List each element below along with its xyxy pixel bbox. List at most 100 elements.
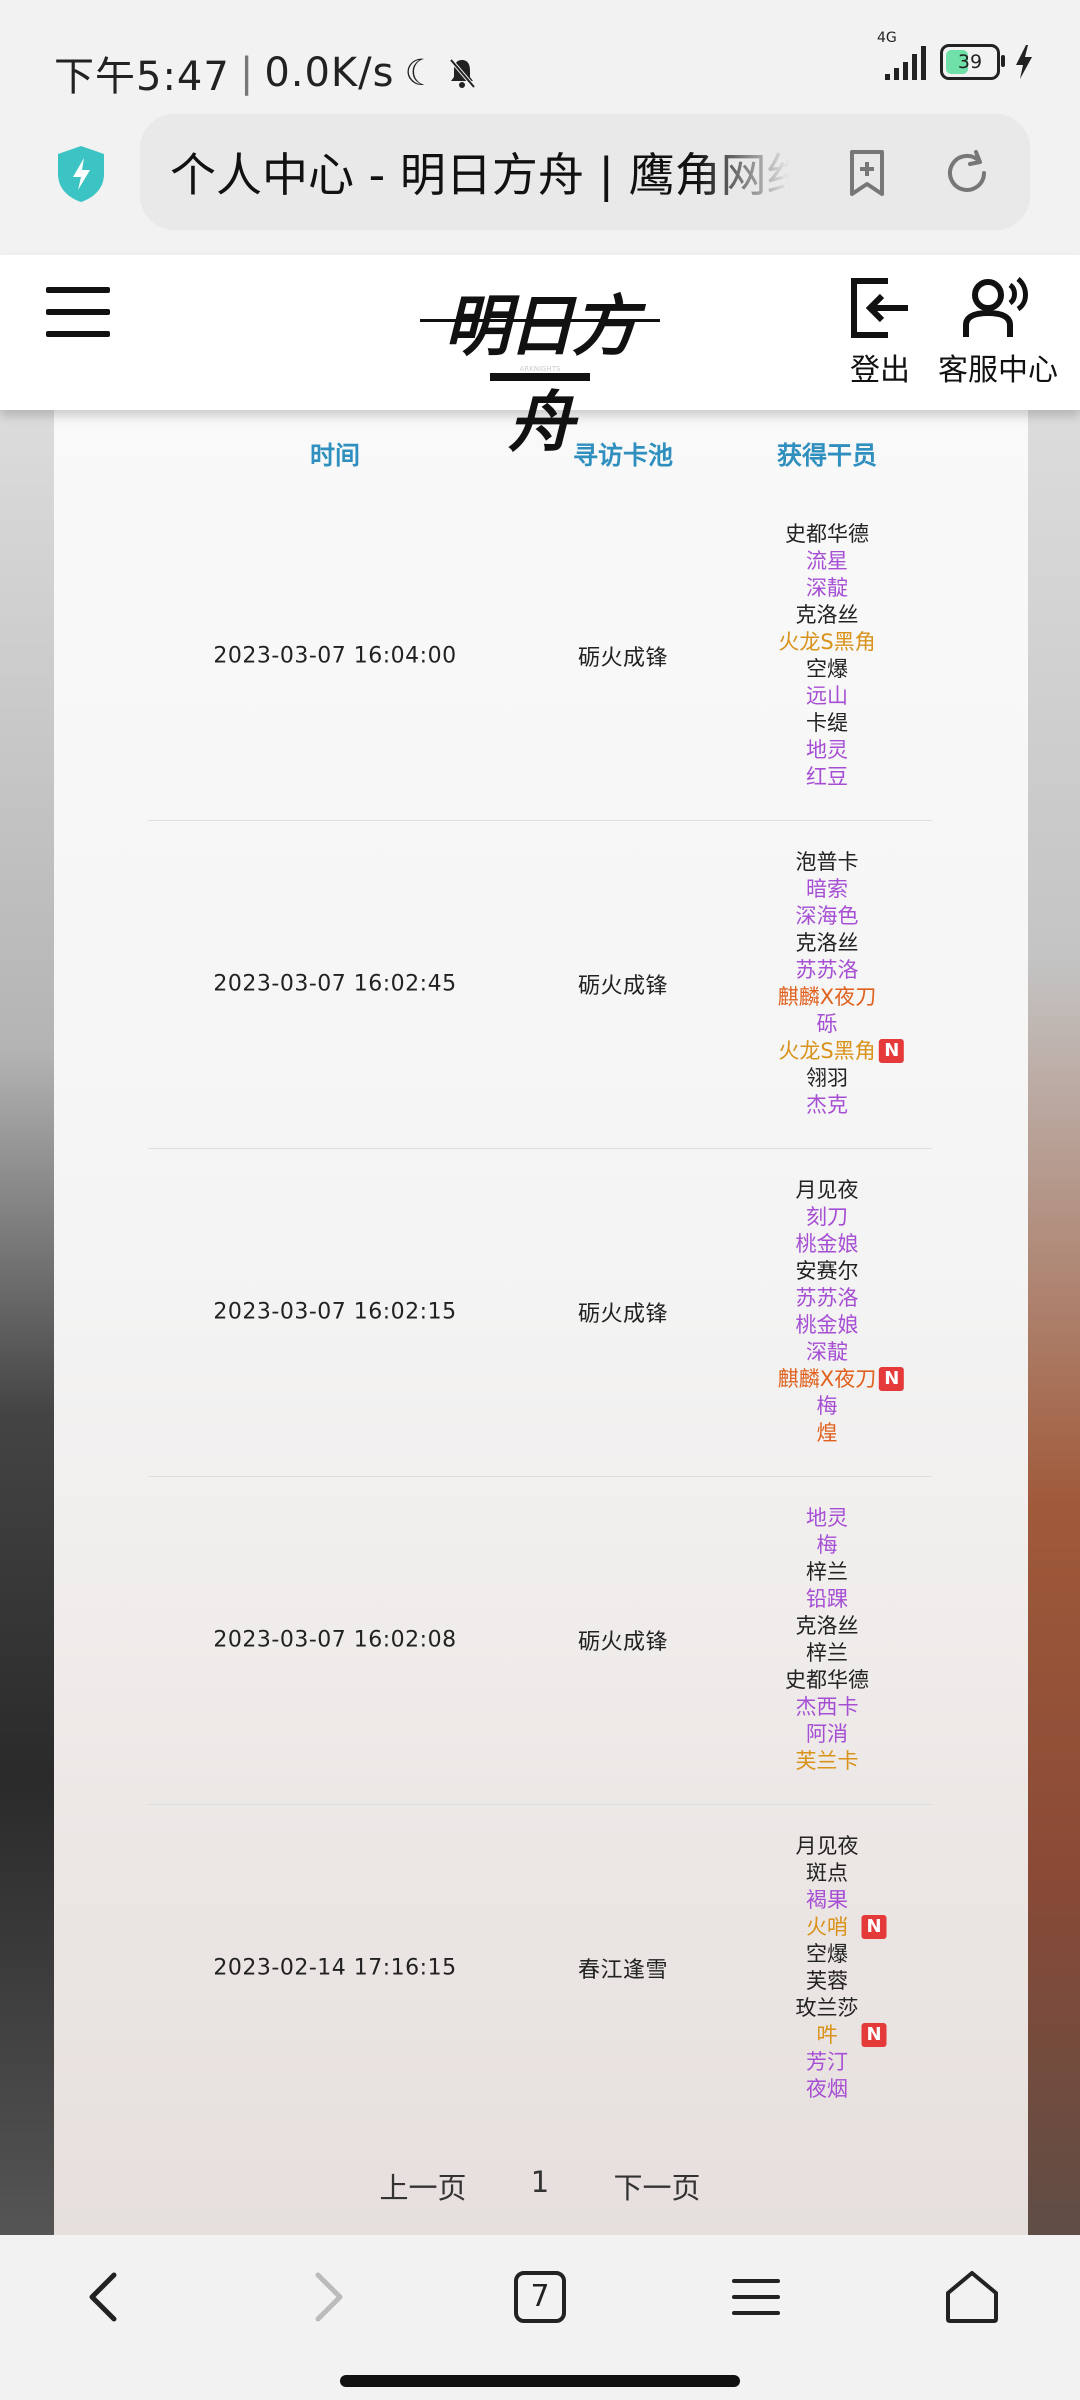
operator-name: 梓兰 (806, 1560, 848, 1584)
bell-off-icon (449, 58, 476, 89)
customer-service-label: 客服中心 (938, 353, 1058, 388)
operator-name: 桃金娘 (795, 1313, 859, 1337)
operator-name: 刻刀 (805, 1205, 848, 1229)
status-left: 下午5:47 | 0.0K/s ☾ (54, 44, 476, 102)
operator-entry: 史都华德 (785, 1667, 869, 1694)
operator-entry: 克洛丝 (785, 1613, 869, 1640)
row-pool: 砺火成锋 (577, 974, 669, 999)
operator-name: 火龙S黑角 (778, 630, 876, 654)
operator-name: 麒麟X夜刀 (777, 1367, 877, 1391)
operator-entry: 砾 (778, 1011, 876, 1038)
operator-name: 苏苏洛 (795, 958, 859, 982)
row-pool: 砺火成锋 (577, 1302, 669, 1327)
row-operators: 月见夜 斑点 褐果 火哨 N 空爆 芙蓉 玫兰莎吽 N 芳汀 夜烟 (795, 1833, 887, 2103)
battery-icon: 39 (940, 44, 1005, 80)
current-page: 1 (530, 2165, 550, 2199)
operator-entry: 卡缇 (778, 710, 875, 737)
back-icon[interactable] (76, 2267, 136, 2327)
forward-icon[interactable] (296, 2267, 356, 2327)
operator-entry: 月见夜 (778, 1177, 876, 1204)
logout-button[interactable]: 登出 (848, 277, 912, 389)
operator-entry: 麒麟X夜刀 N (777, 1366, 905, 1393)
operator-name: 铅踝 (806, 1587, 848, 1611)
url-box[interactable]: 个人中心 - 明日方舟 | 鹰角网络 (140, 114, 1030, 230)
operator-entry: 克洛丝 (778, 602, 875, 629)
operator-entry: 泡普卡 (778, 849, 876, 876)
operator-entry: 桃金娘 (778, 1312, 876, 1339)
new-badge: N (879, 1039, 905, 1063)
network-type: 4G (877, 30, 897, 46)
operator-name: 流星 (806, 549, 848, 573)
operator-entry: 苏苏洛 (778, 957, 876, 984)
operator-entry: 空爆 (796, 1941, 859, 1968)
operator-entry: 麒麟X夜刀 (778, 984, 876, 1011)
prev-page-button[interactable]: 上一页 (379, 2165, 466, 2207)
menu-lines-icon[interactable] (726, 2267, 786, 2327)
bookmark-add-icon[interactable] (840, 146, 894, 200)
operator-entry: 安赛尔 (778, 1258, 876, 1285)
operator-entry: 铅踝 (785, 1586, 869, 1613)
row-divider (148, 1804, 932, 1805)
shield-icon[interactable] (54, 144, 108, 204)
operator-name: 史都华德 (785, 1668, 869, 1692)
operator-name: 月见夜 (795, 1834, 859, 1858)
row-time: 2023-03-07 16:02:15 (213, 1299, 457, 1325)
operator-name: 空爆 (806, 657, 848, 681)
home-icon[interactable] (942, 2267, 1002, 2327)
operator-entry: 斑点 (796, 1860, 859, 1887)
row-pool: 春江逢雪 (577, 1958, 669, 1983)
row-operators: 月见夜 刻刀 桃金娘 安赛尔 苏苏洛 桃金娘 深靛 麒麟X夜刀 N 梅煌 (777, 1177, 905, 1447)
logout-label: 登出 (850, 353, 910, 388)
customer-service-button[interactable]: 客服中心 (938, 277, 1058, 389)
operator-entry: 火哨 N (796, 1914, 887, 1941)
next-page-button[interactable]: 下一页 (613, 2165, 700, 2207)
operator-name: 芙蓉 (806, 1969, 848, 1993)
operator-name: 月见夜 (795, 1178, 859, 1202)
row-time: 2023-02-14 17:16:15 (213, 1955, 457, 1981)
row-time: 2023-03-07 16:04:00 (213, 643, 457, 669)
row-pool: 砺火成锋 (577, 646, 669, 671)
status-speed: 0.0K/s (264, 50, 395, 96)
operator-entry: 克洛丝 (778, 930, 876, 957)
operator-entry: 夜烟 (796, 2076, 859, 2103)
operator-entry: 空爆 (778, 656, 875, 683)
operator-name: 砾 (816, 1012, 838, 1036)
operator-entry: 桃金娘 (778, 1231, 876, 1258)
operator-entry: 深靛 (778, 575, 875, 602)
customer-service-icon (963, 277, 1028, 337)
menu-icon[interactable] (46, 287, 110, 337)
signal-icon: 4G (877, 30, 926, 80)
operator-entry: 芙兰卡 (785, 1748, 869, 1775)
tabs-button[interactable]: 7 (510, 2267, 570, 2327)
operator-name: 远山 (806, 684, 848, 708)
operator-name: 芙兰卡 (795, 1749, 859, 1773)
row-pool: 砺火成锋 (577, 1630, 669, 1655)
site-logo[interactable]: 明日方舟 ARKNIGHTS (420, 273, 660, 461)
operator-name: 克洛丝 (795, 603, 859, 627)
operator-name: 地灵 (806, 738, 848, 762)
operator-name: 芳汀 (806, 2050, 848, 2074)
operator-entry: 玫兰莎 (796, 1995, 859, 2022)
status-bar: 下午5:47 | 0.0K/s ☾ 4G 39 (0, 0, 1080, 110)
operator-name: 阿消 (806, 1722, 848, 1746)
new-badge: N (861, 2023, 887, 2047)
operator-name: 杰克 (805, 1093, 848, 1117)
operator-entry: 流星 (778, 548, 875, 575)
operator-name: 翎羽 (805, 1066, 848, 1090)
reload-icon[interactable] (940, 146, 994, 200)
operator-entry: 吽N (796, 2022, 887, 2049)
operator-entry: 暗索 (778, 876, 876, 903)
operator-name: 地灵 (806, 1506, 848, 1530)
gacha-history-panel: 时间 寻访卡池 获得干员 2023-03-07 16:04:00 砺火成锋 史都华德… (54, 410, 1028, 2235)
operator-name: 杰西卡 (795, 1695, 859, 1719)
operator-entry: 地灵 (778, 737, 875, 764)
operator-name: 火龙S黑角 (778, 1039, 876, 1063)
operator-entry: 红豆 (778, 764, 875, 791)
operator-entry: 杰西卡 (785, 1694, 869, 1721)
operator-name: 红豆 (806, 765, 848, 789)
operator-entry: 火龙S黑角 (778, 629, 875, 656)
gesture-home-bar[interactable] (340, 2375, 740, 2387)
operator-entry: 梓兰 (785, 1559, 869, 1586)
status-time: 下午5:47 (54, 54, 230, 100)
logo-subtext: ARKNIGHTS (519, 365, 561, 373)
